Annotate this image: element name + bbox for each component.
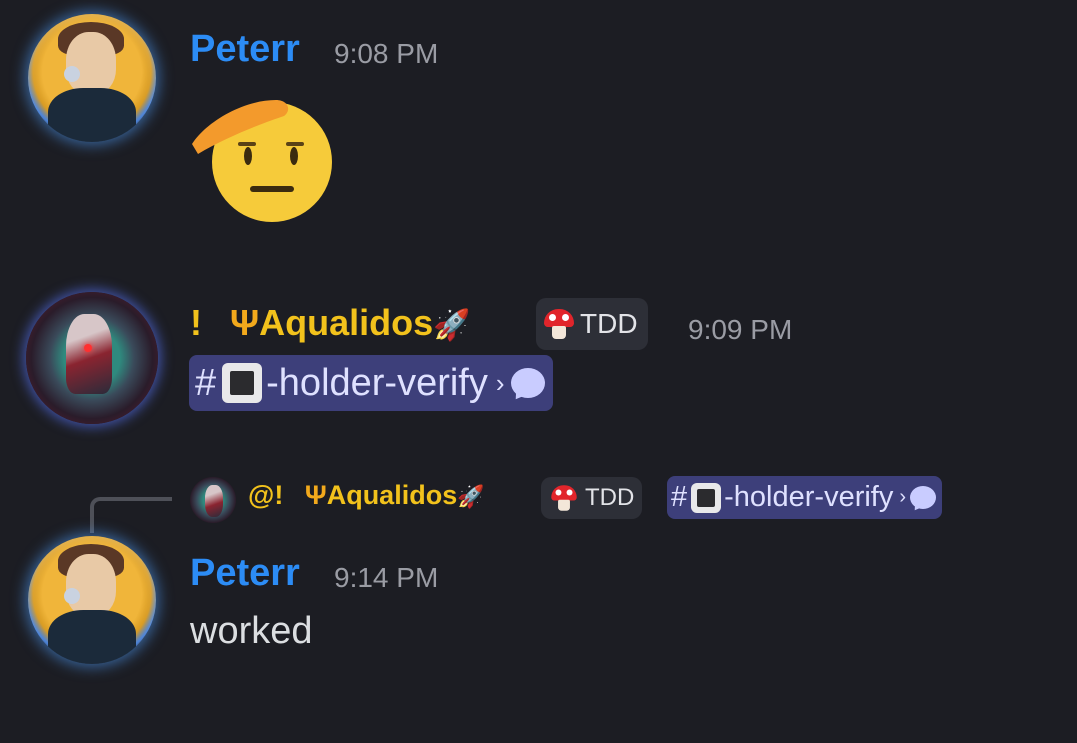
- black-square-emoji: [691, 482, 722, 513]
- role-badge-tdd[interactable]: TDD: [536, 298, 648, 350]
- chevron-right-icon: ›: [495, 367, 505, 398]
- mushroom-icon: [551, 485, 577, 511]
- channel-mention[interactable]: # -holder-verify ›: [189, 355, 553, 411]
- speech-bubble-icon: [510, 368, 545, 398]
- message-text: worked: [190, 610, 313, 652]
- message-timestamp: 9:14 PM: [334, 562, 439, 593]
- mushroom-icon: [544, 309, 574, 339]
- chevron-right-icon: ›: [899, 486, 907, 508]
- hashtag-icon: #: [671, 481, 688, 513]
- rocket-emoji: 🚀: [457, 484, 485, 509]
- trident-emoji: Ψ: [304, 480, 327, 510]
- rocket-emoji: 🚀: [433, 309, 471, 342]
- saluting-face-emoji[interactable]: [188, 92, 338, 224]
- trident-emoji: Ψ: [230, 302, 260, 343]
- reply-connector: [90, 497, 172, 533]
- username-prefix: !: [190, 302, 202, 343]
- message-timestamp: 9:09 PM: [688, 314, 793, 345]
- username-peterr[interactable]: Peterr: [190, 28, 300, 71]
- message-timestamp: 9:08 PM: [334, 38, 439, 69]
- hashtag-icon: #: [195, 361, 217, 404]
- reply-username-aqualidos[interactable]: @! ΨAqualidos🚀: [248, 480, 485, 511]
- reply-role-badge-tdd[interactable]: TDD: [541, 477, 643, 519]
- avatar-peterr[interactable]: [28, 14, 156, 142]
- speech-bubble-icon: [910, 486, 937, 509]
- username-aqualidos[interactable]: ! ΨAqualidos🚀: [190, 302, 471, 344]
- reply-avatar-aqualidos[interactable]: [190, 477, 236, 523]
- black-square-emoji: [222, 363, 263, 403]
- username-peterr[interactable]: Peterr: [190, 552, 300, 595]
- avatar-aqualidos[interactable]: [26, 292, 158, 424]
- avatar-peterr[interactable]: [28, 536, 156, 664]
- reply-channel-mention[interactable]: # -holder-verify ›: [667, 476, 943, 519]
